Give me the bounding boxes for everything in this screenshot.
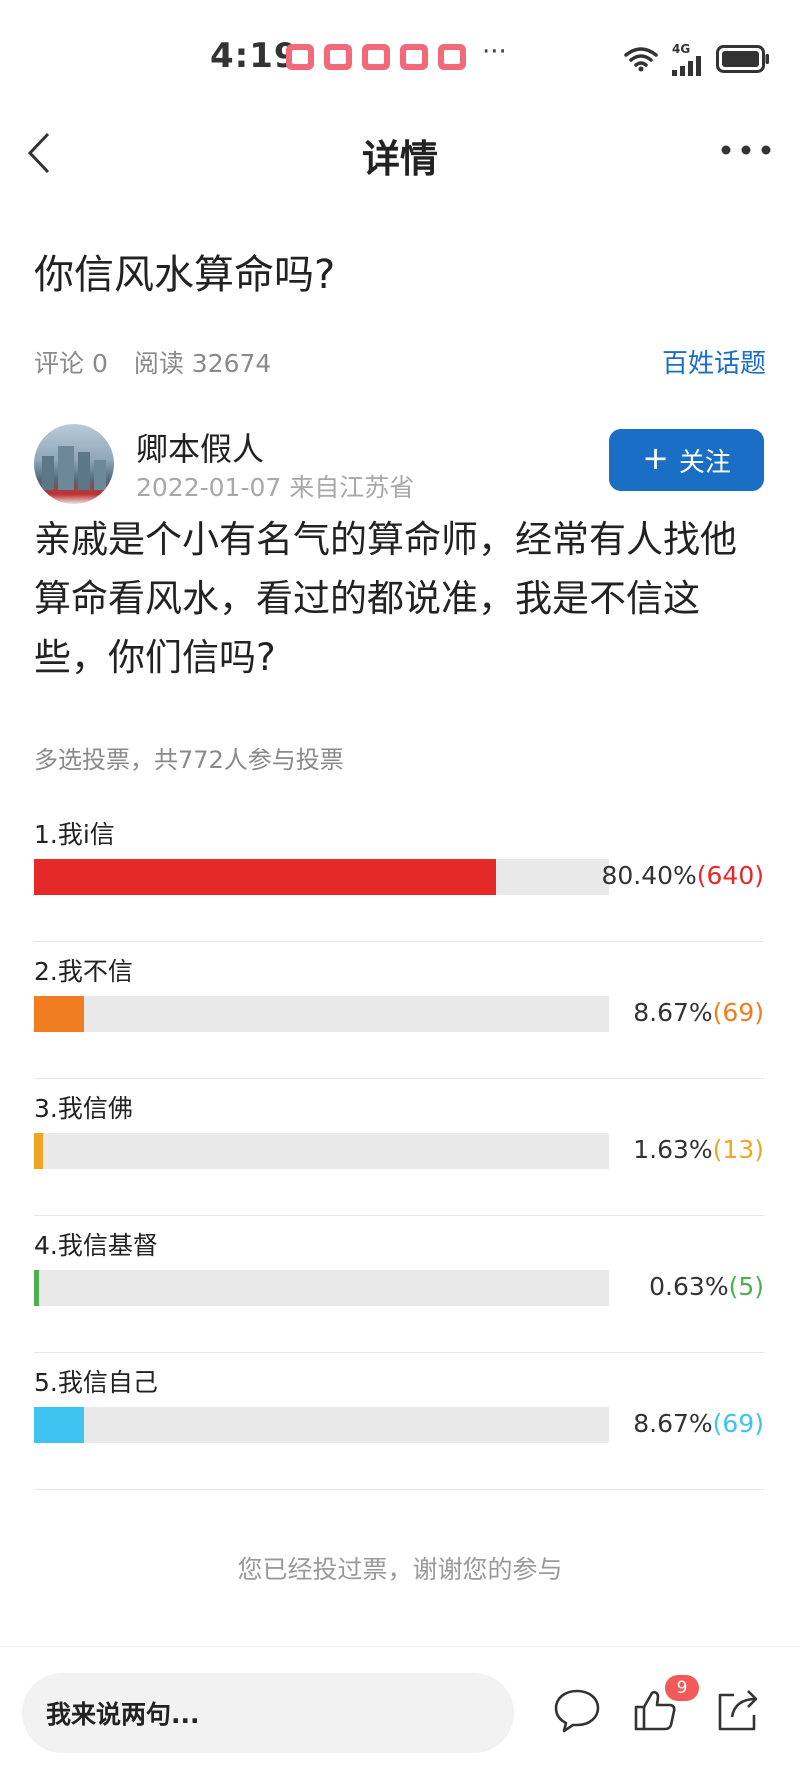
more-options-icon[interactable] xyxy=(720,140,772,160)
vote-option-label: 1.我i信 xyxy=(34,820,115,849)
bottom-bar: 我来说两句... 9 xyxy=(0,1646,800,1779)
xiaohongshu-icon xyxy=(400,44,428,70)
avatar[interactable] xyxy=(34,424,114,504)
share-icon[interactable] xyxy=(712,1685,762,1735)
vote-progress-track xyxy=(34,1133,609,1169)
like-count-badge: 9 xyxy=(665,1675,699,1701)
vote-percent: 0.63% xyxy=(649,1272,729,1301)
vote-count: (69) xyxy=(712,1409,764,1438)
vote-progress-track xyxy=(34,1407,609,1443)
vote-count: (13) xyxy=(712,1135,764,1164)
topic-tag-link[interactable]: 百姓话题 xyxy=(662,343,766,380)
signal-icon xyxy=(672,56,701,76)
network-type-label: 4G xyxy=(672,42,691,56)
follow-button[interactable]: + 关注 xyxy=(609,429,764,491)
battery-icon xyxy=(716,45,769,73)
post-date-location: 2022-01-07 来自江苏省 xyxy=(136,473,415,502)
vote-progress-track xyxy=(34,996,609,1032)
vote-percent: 8.67% xyxy=(633,998,713,1027)
vote-option: 3.我信佛 1.63%(13) xyxy=(34,1077,764,1216)
topic-meta: 评论 0 阅读 32674 xyxy=(34,344,271,380)
vote-percent: 80.40% xyxy=(601,861,697,890)
vote-result: 8.67%(69) xyxy=(633,1409,764,1438)
vote-option-label: 5.我信自己 xyxy=(34,1368,158,1397)
read-count: 阅读 32674 xyxy=(133,349,272,378)
vote-progress-fill xyxy=(34,1407,84,1443)
post-body: 亲戚是个小有名气的算命师，经常有人找他算命看风水，看过的都说准，我是不信这些，你… xyxy=(34,518,737,679)
vote-count: (5) xyxy=(728,1272,764,1301)
vote-progress-fill xyxy=(34,996,84,1032)
vote-percent: 8.67% xyxy=(633,1409,713,1438)
author-name[interactable]: 卿本假人 xyxy=(136,424,264,470)
xiaohongshu-icon xyxy=(438,44,466,70)
vote-count: (69) xyxy=(712,998,764,1027)
status-bar: 4:19 ··· 4G xyxy=(0,0,800,100)
vote-result: 0.63%(5) xyxy=(649,1272,764,1301)
vote-progress-track xyxy=(34,1270,609,1306)
wifi-icon xyxy=(624,47,658,72)
vote-option-label: 4.我信基督 xyxy=(34,1231,158,1260)
page-title: 详情 xyxy=(361,137,438,181)
plus-icon: + xyxy=(642,439,669,477)
topic-title: 你信风水算命吗? xyxy=(34,252,336,298)
vote-result: 1.63%(13) xyxy=(633,1135,764,1164)
vote-count: (640) xyxy=(696,861,764,890)
vote-option: 4.我信基督 0.63%(5) xyxy=(34,1214,764,1353)
vote-result: 8.67%(69) xyxy=(633,998,764,1027)
vote-result: 80.40%(640) xyxy=(601,861,764,890)
vote-progress-fill xyxy=(34,859,496,895)
vote-option: 1.我i信 80.40%(640) xyxy=(34,803,764,942)
vote-progress-fill xyxy=(34,1270,39,1306)
comment-input[interactable]: 我来说两句... xyxy=(22,1673,514,1753)
vote-option-label: 2.我不信 xyxy=(34,957,133,986)
vote-option: 2.我不信 8.67%(69) xyxy=(34,940,764,1079)
xiaohongshu-icon xyxy=(286,44,314,70)
vote-option: 5.我信自己 8.67%(69) xyxy=(34,1351,764,1490)
xiaohongshu-icon xyxy=(362,44,390,70)
author-row: 卿本假人 2022-01-07 来自江苏省 + 关注 xyxy=(34,424,764,504)
follow-label: 关注 xyxy=(678,447,731,478)
vote-percent: 1.63% xyxy=(633,1135,713,1164)
notification-icons: ··· xyxy=(286,37,507,70)
vote-progress-fill xyxy=(34,1133,43,1169)
comment-count: 评论 0 xyxy=(34,349,108,378)
vote-summary: 多选投票，共772人参与投票 xyxy=(34,746,344,774)
more-notifications-icon: ··· xyxy=(482,37,507,67)
comment-icon[interactable] xyxy=(552,1685,602,1735)
vote-progress-track xyxy=(34,859,609,895)
xiaohongshu-icon xyxy=(324,44,352,70)
voted-message: 您已经投过票，谢谢您的参与 xyxy=(237,1555,563,1584)
vote-option-label: 3.我信佛 xyxy=(34,1094,133,1123)
nav-bar: 详情 xyxy=(0,110,800,200)
